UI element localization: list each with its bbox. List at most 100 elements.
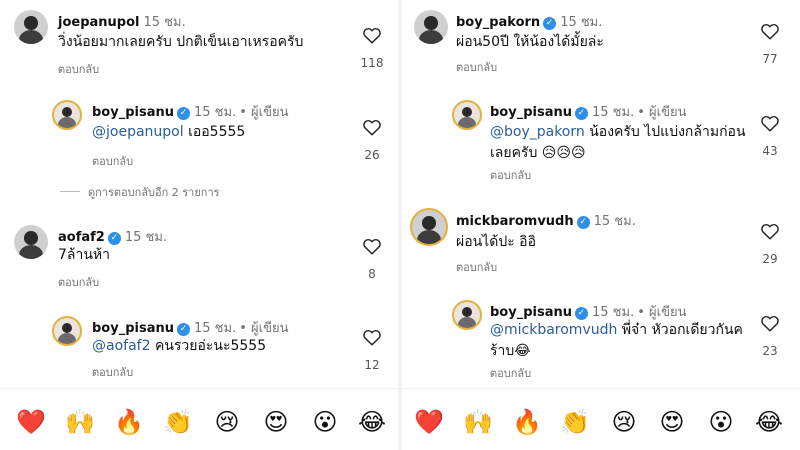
reply-button[interactable]: ตอบกลับ <box>490 364 531 382</box>
heart-icon[interactable] <box>760 114 780 132</box>
like-group: 43 <box>752 114 788 158</box>
comment-text: @mickbaromvudh พี่จ๋า หัวอกเดียวกันคร้าบ… <box>490 320 752 362</box>
emoji-heart-eyes[interactable]: 😍 <box>259 405 293 439</box>
comment-text: วิ่งน้อยมากเลยครับ ปกติเข็นเอาเหรอครับ <box>58 34 304 50</box>
emoji-clapping[interactable]: 👏 <box>161 405 195 439</box>
username[interactable]: joepanupol <box>58 15 140 30</box>
like-count: 118 <box>360 56 384 70</box>
comment-meta: boy_pisanu ✓ 15 ชม. • ผู้เขียน <box>92 101 288 122</box>
username[interactable]: boy_pisanu <box>92 105 174 120</box>
timestamp: 15 ชม. <box>143 15 186 30</box>
comment-text: ผ่อนได้ปะ อิอิ <box>456 234 536 250</box>
comments-panel-right: boy_pakorn ✓ 15 ชม. ผ่อน50ปี ให้น้องได้มั้… <box>402 0 800 450</box>
like-count: 26 <box>364 148 380 162</box>
username[interactable]: boy_pisanu <box>490 305 572 320</box>
reply-comment: boy_pisanu ✓ 15 ชม. • ผู้เขียน @boy_pakorn … <box>402 100 800 186</box>
like-group: 26 <box>354 118 390 162</box>
verified-badge-icon: ✓ <box>177 323 190 336</box>
verified-badge-icon: ✓ <box>575 307 588 320</box>
comment-meta: aofaf2 ✓ 15 ชม. <box>58 226 167 247</box>
username[interactable]: aofaf2 <box>58 230 105 245</box>
emoji-raising-hands[interactable]: 🙌 <box>63 405 97 439</box>
like-count: 12 <box>364 358 380 372</box>
view-more-label: ดูการตอบกลับอีก 2 รายการ <box>88 186 220 199</box>
author-label: • ผู้เขียน <box>637 305 687 320</box>
avatar[interactable] <box>452 100 482 130</box>
heart-icon[interactable] <box>362 118 382 136</box>
heart-icon[interactable] <box>362 26 382 44</box>
reply-button[interactable]: ตอบกลับ <box>92 363 133 381</box>
avatar[interactable] <box>52 100 82 130</box>
emoji-crying[interactable]: 😢 <box>210 405 244 439</box>
reply-button[interactable]: ตอบกลับ <box>92 152 133 170</box>
mention-link[interactable]: @aofaf2 <box>92 338 151 354</box>
username[interactable]: boy_pisanu <box>92 321 174 336</box>
author-label: • ผู้เขียน <box>239 321 289 336</box>
avatar[interactable] <box>452 300 482 330</box>
mention-link[interactable]: @joepanupol <box>92 124 184 140</box>
avatar[interactable] <box>410 208 448 246</box>
emoji-clapping[interactable]: 👏 <box>558 405 592 439</box>
reply-button[interactable]: ตอบกลับ <box>456 58 497 76</box>
heart-icon[interactable] <box>760 222 780 240</box>
author-label: • ผู้เขียน <box>239 105 289 120</box>
heart-icon[interactable] <box>362 328 382 346</box>
verified-badge-icon: ✓ <box>575 107 588 120</box>
username[interactable]: boy_pisanu <box>490 105 572 120</box>
comment: aofaf2 ✓ 15 ชม. 7ล้านห้า ตอบกลับ 8 <box>0 225 398 289</box>
emoji-heart[interactable]: ❤️ <box>412 405 446 439</box>
like-group: 12 <box>354 328 390 372</box>
heart-icon[interactable] <box>362 237 382 255</box>
reply-button[interactable]: ตอบกลับ <box>58 273 99 291</box>
heart-icon[interactable] <box>760 314 780 332</box>
like-count: 8 <box>368 267 376 281</box>
emoji-surprised[interactable]: 😮 <box>704 405 738 439</box>
comment-meta: boy_pisanu ✓ 15 ชม. • ผู้เขียน <box>92 317 288 338</box>
comments-panel-left: joepanupol 15 ชม. วิ่งน้อยมากเลยครับ ปกติ… <box>0 0 398 450</box>
mention-link[interactable]: @mickbaromvudh <box>490 322 617 338</box>
emoji-fire[interactable]: 🔥 <box>510 405 544 439</box>
mention-link[interactable]: @boy_pakorn <box>490 124 585 140</box>
verified-badge-icon: ✓ <box>107 232 121 245</box>
avatar[interactable] <box>52 316 82 346</box>
comment-text: 7ล้านห้า <box>58 247 111 263</box>
like-count: 29 <box>762 252 778 266</box>
reply-button[interactable]: ตอบกลับ <box>490 166 531 184</box>
emoji-heart[interactable]: ❤️ <box>14 405 48 439</box>
username[interactable]: boy_pakorn <box>456 15 540 30</box>
emoji-crying[interactable]: 😢 <box>607 405 641 439</box>
emoji-raising-hands[interactable]: 🙌 <box>461 405 495 439</box>
emoji-surprised[interactable]: 😮 <box>308 405 342 439</box>
reply-button[interactable]: ตอบกลับ <box>456 258 497 276</box>
timestamp: 15 ชม. <box>194 321 237 336</box>
reply-button[interactable]: ตอบกลับ <box>58 60 99 78</box>
avatar[interactable] <box>414 10 448 44</box>
like-group: 8 <box>354 237 390 281</box>
comment-meta: mickbaromvudh ✓ 15 ชม. <box>456 210 636 231</box>
comment: boy_pakorn ✓ 15 ชม. ผ่อน50ปี ให้น้องได้มั้… <box>402 10 800 74</box>
timestamp: 15 ชม. <box>194 105 237 120</box>
emoji-fire[interactable]: 🔥 <box>112 405 146 439</box>
verified-badge-icon: ✓ <box>576 216 590 229</box>
emoji-reaction-bar: ❤️ 🙌 🔥 👏 😢 😍 😮 😂 <box>0 388 398 450</box>
emoji-laughing[interactable]: 😂 <box>355 405 389 439</box>
emoji-heart-eyes[interactable]: 😍 <box>655 405 689 439</box>
like-count: 43 <box>762 144 778 158</box>
emoji-reaction-bar: ❤️ 🙌 🔥 👏 😢 😍 😮 😂 <box>402 388 800 450</box>
comment-text: ผ่อน50ปี ให้น้องได้มั้ยล่ะ <box>456 34 604 50</box>
reply-comment: boy_pisanu ✓ 15 ชม. • ผู้เขียน @joepanupol … <box>0 100 398 168</box>
comment-meta: boy_pisanu ✓ 15 ชม. • ผู้เขียน <box>490 101 686 122</box>
avatar[interactable] <box>14 225 48 259</box>
timestamp: 15 ชม. <box>592 305 635 320</box>
emoji-laughing[interactable]: 😂 <box>752 405 786 439</box>
timestamp: 15 ชม. <box>560 15 603 30</box>
verified-badge-icon: ✓ <box>177 107 190 120</box>
reply-comment: boy_pisanu ✓ 15 ชม. • ผู้เขียน @mickbaromvu… <box>402 300 800 382</box>
view-more-replies-button[interactable]: ดูการตอบกลับอีก 2 รายการ <box>60 183 220 201</box>
heart-icon[interactable] <box>760 22 780 40</box>
avatar[interactable] <box>14 10 48 44</box>
comment-text: @joepanupol เออ5555 <box>92 122 347 143</box>
username[interactable]: mickbaromvudh <box>456 214 574 229</box>
divider-line <box>60 191 80 192</box>
author-label: • ผู้เขียน <box>637 105 687 120</box>
